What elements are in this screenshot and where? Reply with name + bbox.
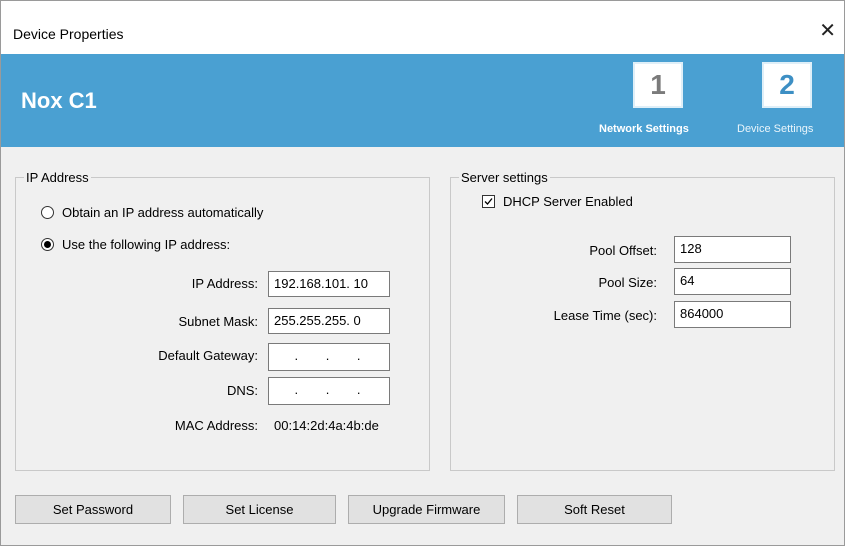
dhcp-checkbox-box[interactable] bbox=[482, 195, 495, 208]
pool-size-label: Pool Size: bbox=[598, 275, 657, 290]
subnet-mask-field[interactable]: 255.255.255. 0 bbox=[268, 308, 390, 334]
window-title: Device Properties bbox=[13, 26, 124, 42]
ip-address-group: IP Address Obtain an IP address automati… bbox=[15, 170, 430, 471]
step-1-badge[interactable]: 1 bbox=[633, 62, 683, 108]
mac-address-label: MAC Address: bbox=[174, 418, 258, 433]
radio-manual-indicator[interactable] bbox=[41, 238, 54, 251]
lease-time-field[interactable]: 864000 bbox=[674, 301, 791, 328]
default-gateway-label: Default Gateway: bbox=[158, 348, 258, 363]
mac-address-value: 00:14:2d:4a:4b:de bbox=[274, 418, 379, 433]
upgrade-firmware-button[interactable]: Upgrade Firmware bbox=[348, 495, 505, 524]
dns-label: DNS: bbox=[226, 383, 258, 398]
step-2-label[interactable]: Device Settings bbox=[737, 123, 813, 135]
radio-obtain-auto[interactable]: Obtain an IP address automatically bbox=[41, 205, 263, 220]
ip-address-field[interactable]: 192.168.101. 10 bbox=[268, 271, 390, 297]
subnet-mask-label: Subnet Mask: bbox=[178, 314, 259, 329]
checkmark-icon bbox=[484, 198, 493, 205]
server-settings-legend: Server settings bbox=[459, 170, 550, 185]
dhcp-server-checkbox[interactable]: DHCP Server Enabled bbox=[482, 194, 633, 209]
pool-size-field[interactable]: 64 bbox=[674, 268, 791, 295]
set-password-button[interactable]: Set Password bbox=[15, 495, 171, 524]
step-1-label[interactable]: Network Settings bbox=[599, 123, 689, 135]
ip-address-legend: IP Address bbox=[24, 170, 91, 185]
device-name: Nox C1 bbox=[21, 88, 97, 113]
server-settings-group: Server settings DHCP Server Enabled Pool… bbox=[450, 170, 835, 471]
soft-reset-button[interactable]: Soft Reset bbox=[517, 495, 672, 524]
pool-offset-label: Pool Offset: bbox=[589, 243, 657, 258]
default-gateway-field[interactable]: . . . bbox=[268, 343, 390, 371]
close-icon[interactable]: ✕ bbox=[819, 21, 836, 41]
step-2-badge[interactable]: 2 bbox=[762, 62, 812, 108]
pool-offset-field[interactable]: 128 bbox=[674, 236, 791, 263]
radio-manual-label: Use the following IP address: bbox=[62, 237, 231, 252]
lease-time-label: Lease Time (sec): bbox=[553, 308, 657, 323]
device-properties-window: Device Properties ✕ Nox C1 1 2 Network S… bbox=[0, 0, 845, 546]
set-license-button[interactable]: Set License bbox=[183, 495, 336, 524]
ip-address-label: IP Address: bbox=[191, 276, 258, 291]
radio-auto-indicator[interactable] bbox=[41, 206, 54, 219]
header-banner: Nox C1 1 2 Network Settings Device Setti… bbox=[1, 54, 844, 147]
dns-field[interactable]: . . . bbox=[268, 377, 390, 405]
dhcp-server-label: DHCP Server Enabled bbox=[503, 194, 633, 209]
radio-auto-label: Obtain an IP address automatically bbox=[62, 205, 264, 220]
radio-use-following[interactable]: Use the following IP address: bbox=[41, 237, 230, 252]
title-bar: Device Properties ✕ bbox=[1, 1, 844, 54]
